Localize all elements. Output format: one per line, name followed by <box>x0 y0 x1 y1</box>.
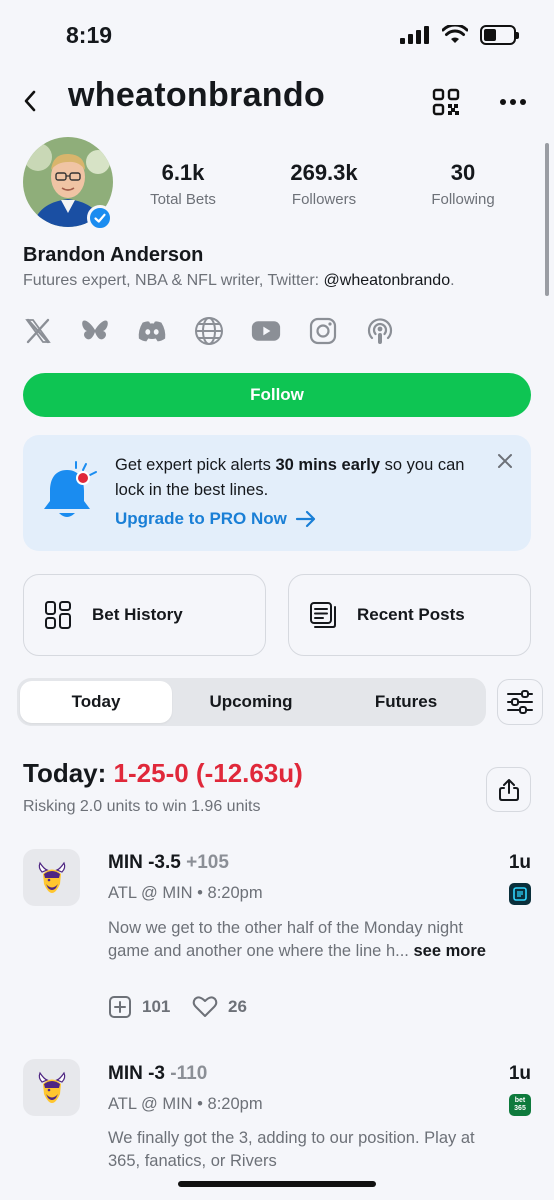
profile-username: wheatonbrando <box>68 76 326 114</box>
recent-posts-label: Recent Posts <box>357 605 465 624</box>
pick-title: MIN -3 -110 <box>108 1063 207 1085</box>
tab-upcoming[interactable]: Upcoming <box>175 681 327 723</box>
stat-label: Total Bets <box>150 191 216 208</box>
vikings-logo-icon <box>23 849 80 906</box>
share-icon <box>498 778 519 801</box>
filter-button[interactable] <box>497 679 543 725</box>
pick-game-info: ATL @ MIN • 8:20pm <box>108 1095 263 1113</box>
follow-button[interactable]: Follow <box>23 373 531 417</box>
notification-bell-icon <box>41 461 99 525</box>
bio-text: Futures expert, NBA & NFL writer, Twitte… <box>23 272 324 289</box>
like-action[interactable]: 26 <box>192 995 247 1019</box>
more-dot-icon <box>500 99 506 105</box>
scrollbar[interactable] <box>545 143 549 296</box>
stat-following[interactable]: 30 Following <box>398 160 528 208</box>
see-more-link[interactable]: see more <box>413 942 485 960</box>
sportsbook-logo-icon <box>509 883 531 905</box>
back-button[interactable] <box>22 86 48 116</box>
picks-tab-bar: Today Upcoming Futures <box>17 678 486 726</box>
sliders-icon <box>507 690 533 714</box>
add-square-icon <box>109 996 131 1018</box>
more-dot-icon <box>520 99 526 105</box>
battery-icon <box>480 25 519 45</box>
stat-label: Following <box>431 191 495 208</box>
pick-odds: +105 <box>186 852 229 873</box>
pro-upgrade-banner: Get expert pick alerts 30 mins early so … <box>23 435 531 551</box>
youtube-icon[interactable] <box>251 316 281 346</box>
share-button[interactable] <box>486 767 531 812</box>
pick-analysis-line: 365, fanatics, or Rivers <box>108 1152 277 1170</box>
chevron-left-icon <box>24 90 36 112</box>
recent-posts-button[interactable]: Recent Posts <box>288 574 531 656</box>
globe-icon[interactable] <box>194 316 224 346</box>
verified-badge-icon <box>87 205 113 231</box>
home-indicator[interactable] <box>178 1181 376 1187</box>
stat-value: 6.1k <box>161 160 205 185</box>
bio-suffix: . <box>450 272 455 289</box>
profile-name: Brandon Anderson <box>23 244 204 266</box>
bet-history-icon <box>45 601 71 629</box>
close-icon[interactable] <box>495 451 515 471</box>
pick-analysis-line: game and another one where the line h...… <box>108 940 533 963</box>
pick-analysis-line: We finally got the 3, adding to our posi… <box>108 1129 475 1147</box>
pick-units: 1u <box>508 852 531 873</box>
pick-units: 1u <box>508 1063 531 1084</box>
pick-title: MIN -3.5 +105 <box>108 852 229 874</box>
today-label: Today: <box>23 758 107 788</box>
podcast-icon[interactable] <box>365 316 395 346</box>
pick-selection: MIN -3.5 <box>108 852 181 873</box>
stat-label: Followers <box>291 191 357 208</box>
bluesky-icon[interactable] <box>80 316 110 346</box>
promo-text-1: Get expert pick alerts <box>115 456 276 474</box>
tab-futures[interactable]: Futures <box>330 681 482 723</box>
stat-value: 30 <box>450 160 476 185</box>
bet-history-label: Bet History <box>92 605 183 624</box>
tail-count: 101 <box>142 997 171 1016</box>
pick-analysis: We finally got the 3, adding to our posi… <box>108 1127 533 1173</box>
profile-bio: Futures expert, NBA & NFL writer, Twitte… <box>23 272 455 290</box>
pick-odds: -110 <box>170 1063 208 1084</box>
pick-analysis: Now we get to the other half of the Mond… <box>108 917 533 963</box>
upgrade-pro-label: Upgrade to PRO Now <box>115 509 287 528</box>
status-time: 8:19 <box>66 22 113 48</box>
status-icons <box>400 25 519 45</box>
stat-followers[interactable]: 269.3k Followers <box>259 160 389 208</box>
qr-code-icon <box>432 88 460 116</box>
instagram-icon[interactable] <box>308 316 338 346</box>
tail-action[interactable]: 101 <box>108 995 170 1019</box>
discord-icon[interactable] <box>137 316 167 346</box>
recent-posts-icon <box>310 602 336 628</box>
like-count: 26 <box>228 997 247 1016</box>
bio-twitter-handle[interactable]: @wheatonbrando <box>324 272 451 289</box>
today-record-heading: Today: 1-25-0 (-12.63u) <box>23 758 303 789</box>
social-links <box>23 316 395 346</box>
tab-today[interactable]: Today <box>20 681 172 723</box>
upgrade-pro-link[interactable]: Upgrade to PRO Now <box>115 509 317 529</box>
today-record: 1-25-0 (-12.63u) <box>113 758 303 788</box>
cellular-signal-icon <box>400 26 429 44</box>
more-options-button[interactable] <box>500 93 528 111</box>
arrow-right-icon <box>295 510 316 528</box>
qr-code-button[interactable] <box>432 88 460 116</box>
pick-analysis-text: game and another one where the line h... <box>108 942 409 960</box>
bet-history-button[interactable]: Bet History <box>23 574 266 656</box>
risk-summary: Risking 2.0 units to win 1.96 units <box>23 798 261 815</box>
promo-text-bold: 30 mins early <box>275 456 381 474</box>
pick-analysis-line: Now we get to the other half of the Mond… <box>108 919 463 937</box>
more-dot-icon <box>510 99 516 105</box>
wifi-icon <box>442 25 468 43</box>
heart-icon <box>192 996 218 1017</box>
stat-value: 269.3k <box>290 160 358 185</box>
bet365-logo-icon: bet 365 <box>509 1094 531 1116</box>
pick-game-info: ATL @ MIN • 8:20pm <box>108 884 263 902</box>
vikings-logo-icon <box>23 1059 80 1116</box>
promo-message: Get expert pick alerts 30 mins early so … <box>115 453 485 503</box>
x-icon[interactable] <box>23 316 53 346</box>
pick-selection: MIN -3 <box>108 1063 165 1084</box>
stat-total-bets[interactable]: 6.1k Total Bets <box>118 160 248 208</box>
